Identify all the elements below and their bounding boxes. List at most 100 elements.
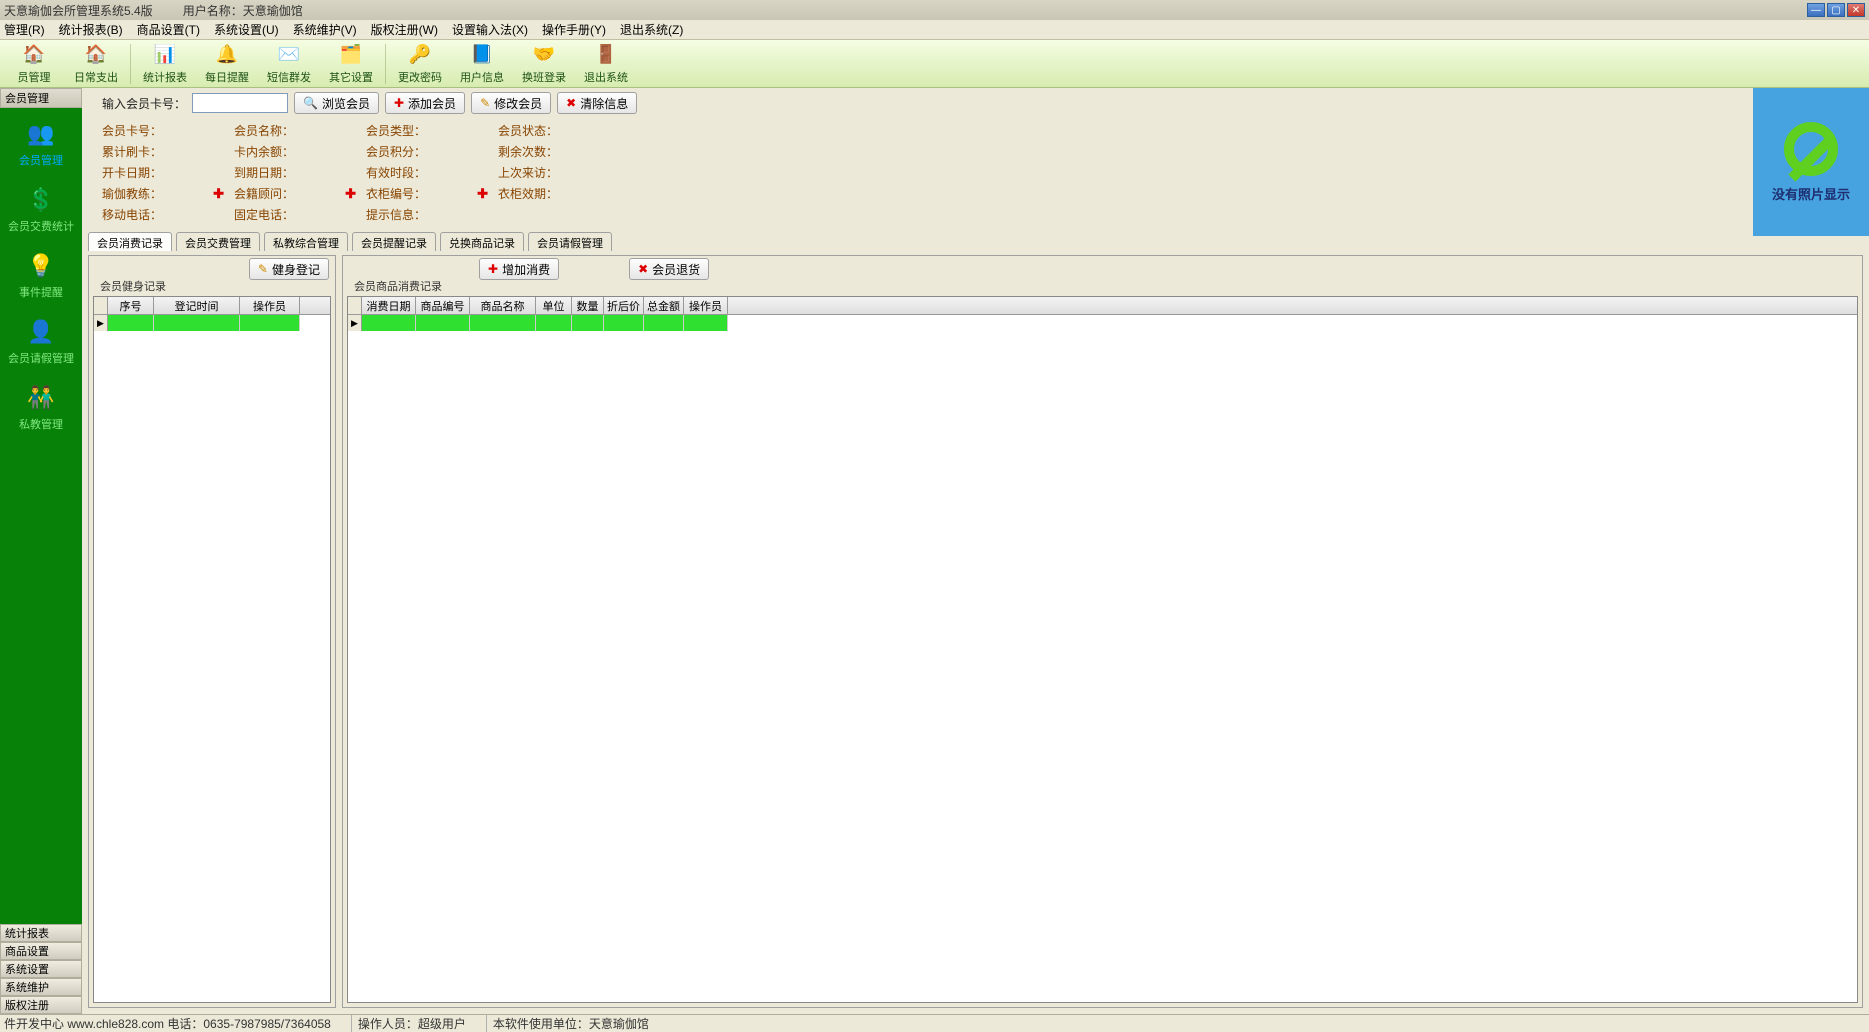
sidebar-item-会员请假管理[interactable]: 👤 会员请假管理 [0,314,82,376]
sidebar-category-系统维护[interactable]: 系统维护 [0,978,82,996]
tab-会员请假管理[interactable]: 会员请假管理 [528,232,612,251]
grid-cell[interactable] [684,315,728,331]
search-icon: 🔍 [303,96,318,110]
sidebar-icon: 👤 [27,318,55,346]
toolbar-用户信息[interactable]: 📘用户信息 [452,41,512,87]
column-header[interactable]: 操作员 [240,297,300,314]
toolbar-员管理[interactable]: 🏠员管理 [4,41,64,87]
no-photo-placeholder: 没有照片显示 [1753,88,1869,236]
member-info-grid: 会员卡号：会员名称：会员类型：会员状态：累计刷卡：卡内余额：会员积分：剩余次数：… [82,118,1869,231]
tab-会员消费记录[interactable]: 会员消费记录 [88,232,172,251]
toolbar-label: 每日提醒 [205,69,249,85]
grid-cell[interactable] [362,315,416,331]
column-header[interactable]: 折后价 [604,297,644,314]
member-return-button[interactable]: ✖会员退货 [629,258,709,280]
toolbar-退出系统[interactable]: 🚪退出系统 [576,41,636,87]
consumption-grid[interactable]: 消费日期商品编号商品名称单位数量折后价总金额操作员 ▶ [347,296,1858,1003]
grid-cell[interactable] [644,315,684,331]
grid-cell[interactable] [572,315,604,331]
sidebar-item-事件提醒[interactable]: 💡事件提醒 [0,248,82,310]
plus-icon[interactable]: ✚ [477,186,488,202]
sidebar-category-系统设置[interactable]: 系统设置 [0,960,82,978]
toolbar-icon: 🔑 [408,43,432,67]
tab-会员交费管理[interactable]: 会员交费管理 [176,232,260,251]
column-header[interactable]: 单位 [536,297,572,314]
menu-item[interactable]: 管理(R) [4,21,45,38]
tab-私教综合管理[interactable]: 私教综合管理 [264,232,348,251]
tab-兑换商品记录[interactable]: 兑换商品记录 [440,232,524,251]
app-title: 天意瑜伽会所管理系统5.4版 [4,2,153,19]
info-field: 衣柜效期： [498,185,620,202]
edit-member-button[interactable]: ✎修改会员 [471,92,551,114]
user-prefix: 用户名称： [183,2,243,19]
fitness-register-button[interactable]: ✎健身登记 [249,258,329,280]
info-field: 衣柜编号：✚ [366,185,488,202]
minimize-button[interactable]: — [1807,3,1825,17]
toolbar-每日提醒[interactable]: 🔔 每日提醒 [197,41,257,87]
grid-cell[interactable] [416,315,470,331]
menu-item[interactable]: 退出系统(Z) [620,21,683,38]
tab-会员提醒记录[interactable]: 会员提醒记录 [352,232,436,251]
column-header[interactable]: 消费日期 [362,297,416,314]
grid-cell[interactable] [470,315,536,331]
column-header[interactable]: 总金额 [644,297,684,314]
plus-icon[interactable]: ✚ [213,186,224,202]
menu-item[interactable]: 系统设置(U) [214,21,279,38]
menu-item[interactable]: 操作手册(Y) [542,21,606,38]
toolbar-统计报表[interactable]: 📊统计报表 [135,41,195,87]
toolbar: 🏠员管理🏠日常支出📊统计报表 🔔 每日提醒 ✉️短信群发🗂️其它设置🔑更改密码📘用户信… [0,40,1869,88]
toolbar-更改密码[interactable]: 🔑更改密码 [390,41,450,87]
toolbar-label: 统计报表 [143,69,187,85]
menu-item[interactable]: 商品设置(T) [137,21,200,38]
content-area: 没有照片显示 输入会员卡号： 🔍浏览会员 ✚添加会员 ✎修改会员 ✖清除信息 会… [82,88,1869,1014]
toolbar-换班登录[interactable]: 🤝换班登录 [514,41,574,87]
grid-cell[interactable] [108,315,154,331]
info-field: 累计刷卡： [102,143,224,160]
column-header[interactable]: 登记时间 [154,297,240,314]
sidebar-icon: 👥 [27,120,55,148]
info-field: 会员积分： [366,143,488,160]
sidebar-category-商品设置[interactable]: 商品设置 [0,942,82,960]
info-field: 移动电话： [102,206,224,223]
browse-member-button[interactable]: 🔍浏览会员 [294,92,379,114]
menu-item[interactable]: 设置输入法(X) [452,21,528,38]
column-header[interactable]: 商品编号 [416,297,470,314]
column-header[interactable]: 数量 [572,297,604,314]
grid-cell[interactable] [240,315,300,331]
column-header[interactable]: 商品名称 [470,297,536,314]
sidebar-label: 会员交费统计 [8,218,74,234]
sidebar-item-会员交费统计[interactable]: 💲会员交费统计 [0,182,82,244]
info-field: 剩余次数： [498,143,620,160]
sidebar-label: 会员管理 [19,152,63,168]
toolbar-其它设置[interactable]: 🗂️其它设置 [321,41,381,87]
sidebar-item-会员管理[interactable]: 👥 会员管理 [0,116,82,178]
plus-icon[interactable]: ✚ [345,186,356,202]
sidebar-category-版权注册[interactable]: 版权注册 [0,996,82,1014]
plus-icon: ✚ [394,96,404,110]
close-button[interactable]: ✕ [1847,3,1865,17]
toolbar-日常支出[interactable]: 🏠日常支出 [66,41,126,87]
column-header[interactable]: 序号 [108,297,154,314]
sidebar-item-私教管理[interactable]: 👬私教管理 [0,380,82,442]
menu-item[interactable]: 系统维护(V) [293,21,357,38]
toolbar-icon: 🤝 [532,43,556,67]
sidebar-label: 会员请假管理 [8,350,74,366]
clear-info-button[interactable]: ✖清除信息 [557,92,637,114]
toolbar-icon: 🔔 [215,43,239,67]
grid-cell[interactable] [536,315,572,331]
card-number-input[interactable] [192,93,288,113]
column-header[interactable]: 操作员 [684,297,728,314]
status-dev: 件开发中心 www.chle828.com 电话：0635-7987985/73… [4,1015,331,1032]
search-row: 输入会员卡号： 🔍浏览会员 ✚添加会员 ✎修改会员 ✖清除信息 [82,88,1869,118]
add-consumption-button[interactable]: ✚增加消费 [479,258,559,280]
menu-item[interactable]: 版权注册(W) [371,21,438,38]
sidebar-category-统计报表[interactable]: 统计报表 [0,924,82,942]
grid-cell[interactable] [604,315,644,331]
fitness-grid[interactable]: 序号登记时间操作员 ▶ [93,296,331,1003]
toolbar-短信群发[interactable]: ✉️短信群发 [259,41,319,87]
menu-item[interactable]: 统计报表(B) [59,21,123,38]
grid-cell[interactable] [154,315,240,331]
maximize-button[interactable]: ▢ [1827,3,1845,17]
forbidden-icon [1784,122,1838,176]
add-member-button[interactable]: ✚添加会员 [385,92,465,114]
